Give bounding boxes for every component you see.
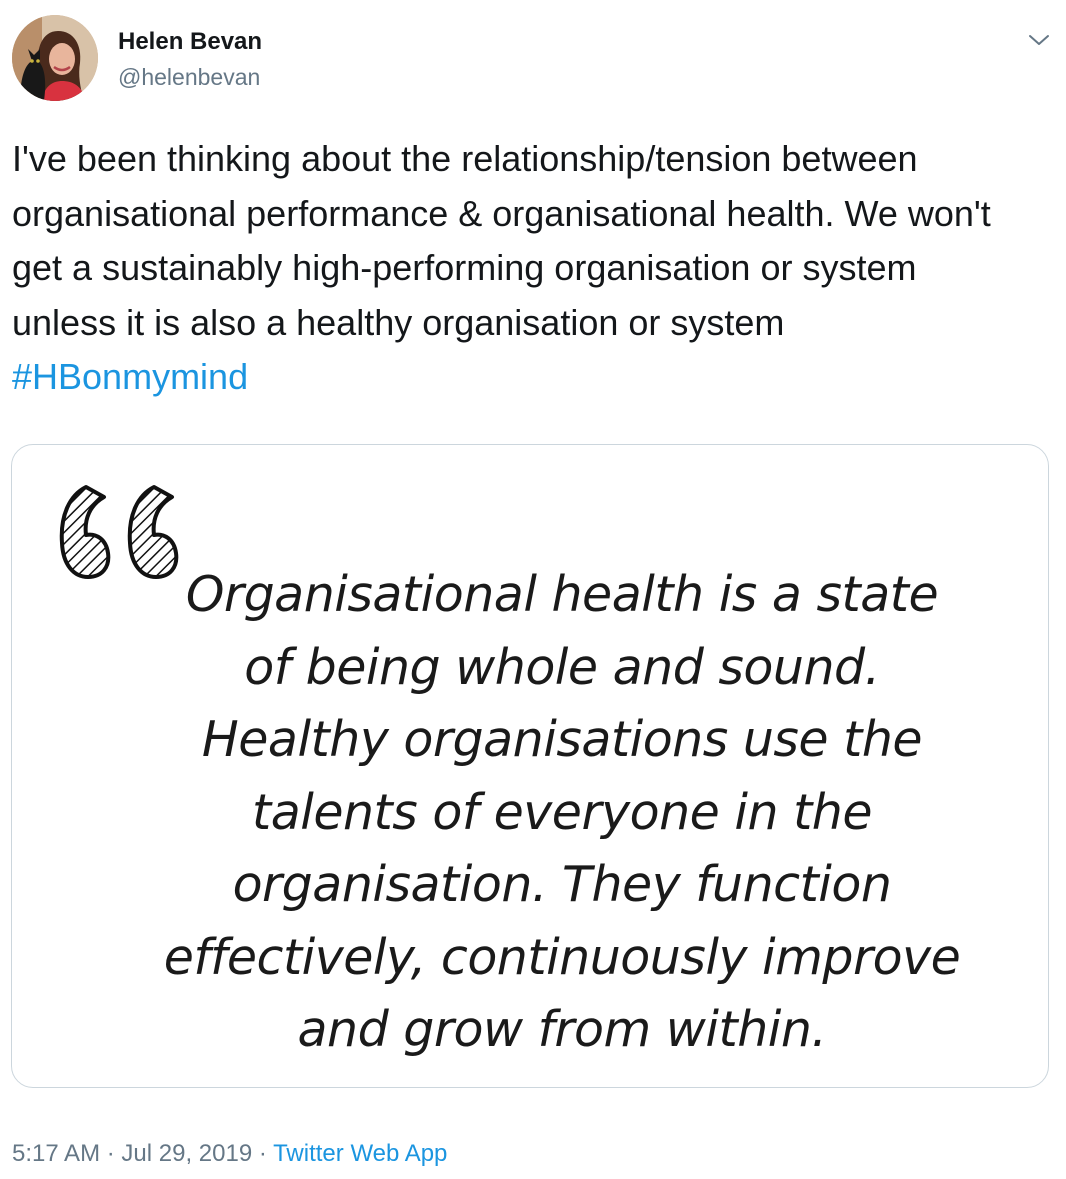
meta-separator: · bbox=[106, 1140, 115, 1167]
chevron-down-icon[interactable] bbox=[1024, 25, 1054, 55]
quote-line: Organisational health is a state bbox=[185, 566, 939, 623]
avatar[interactable] bbox=[12, 15, 98, 101]
hashtag-link[interactable]: #HBonmymind bbox=[12, 356, 248, 397]
tweet-body: I've been thinking about the relationshi… bbox=[12, 138, 991, 343]
tweet-source-link[interactable]: Twitter Web App bbox=[273, 1140, 447, 1167]
tweet: Helen Bevan @helenbevan I've been thinki… bbox=[0, 0, 1066, 1179]
quote-line: effectively, continuously improve bbox=[163, 928, 961, 986]
meta-separator: · bbox=[258, 1140, 267, 1167]
quote-text: Organisational health is a state of bein… bbox=[152, 559, 972, 1067]
quote-line: organisation. They function bbox=[232, 856, 892, 913]
author-name[interactable]: Helen Bevan bbox=[118, 26, 262, 58]
media-card[interactable]: Organisational health is a state of bein… bbox=[11, 444, 1049, 1088]
quote-line: of being whole and sound. bbox=[244, 638, 880, 696]
tweet-date[interactable]: Jul 29, 2019 bbox=[121, 1140, 252, 1167]
quote-line: and grow from within. bbox=[297, 1001, 827, 1058]
tweet-text: I've been thinking about the relationshi… bbox=[12, 132, 1022, 405]
author-handle[interactable]: @helenbevan bbox=[118, 62, 260, 92]
quote-line: talents of everyone in the bbox=[251, 783, 873, 841]
tweet-time[interactable]: 5:17 AM bbox=[12, 1140, 100, 1167]
avatar-photo bbox=[12, 15, 98, 101]
quote-line: Healthy organisations use the bbox=[201, 711, 923, 768]
tweet-meta: 5:17 AM · Jul 29, 2019 · Twitter Web App bbox=[12, 1137, 447, 1171]
